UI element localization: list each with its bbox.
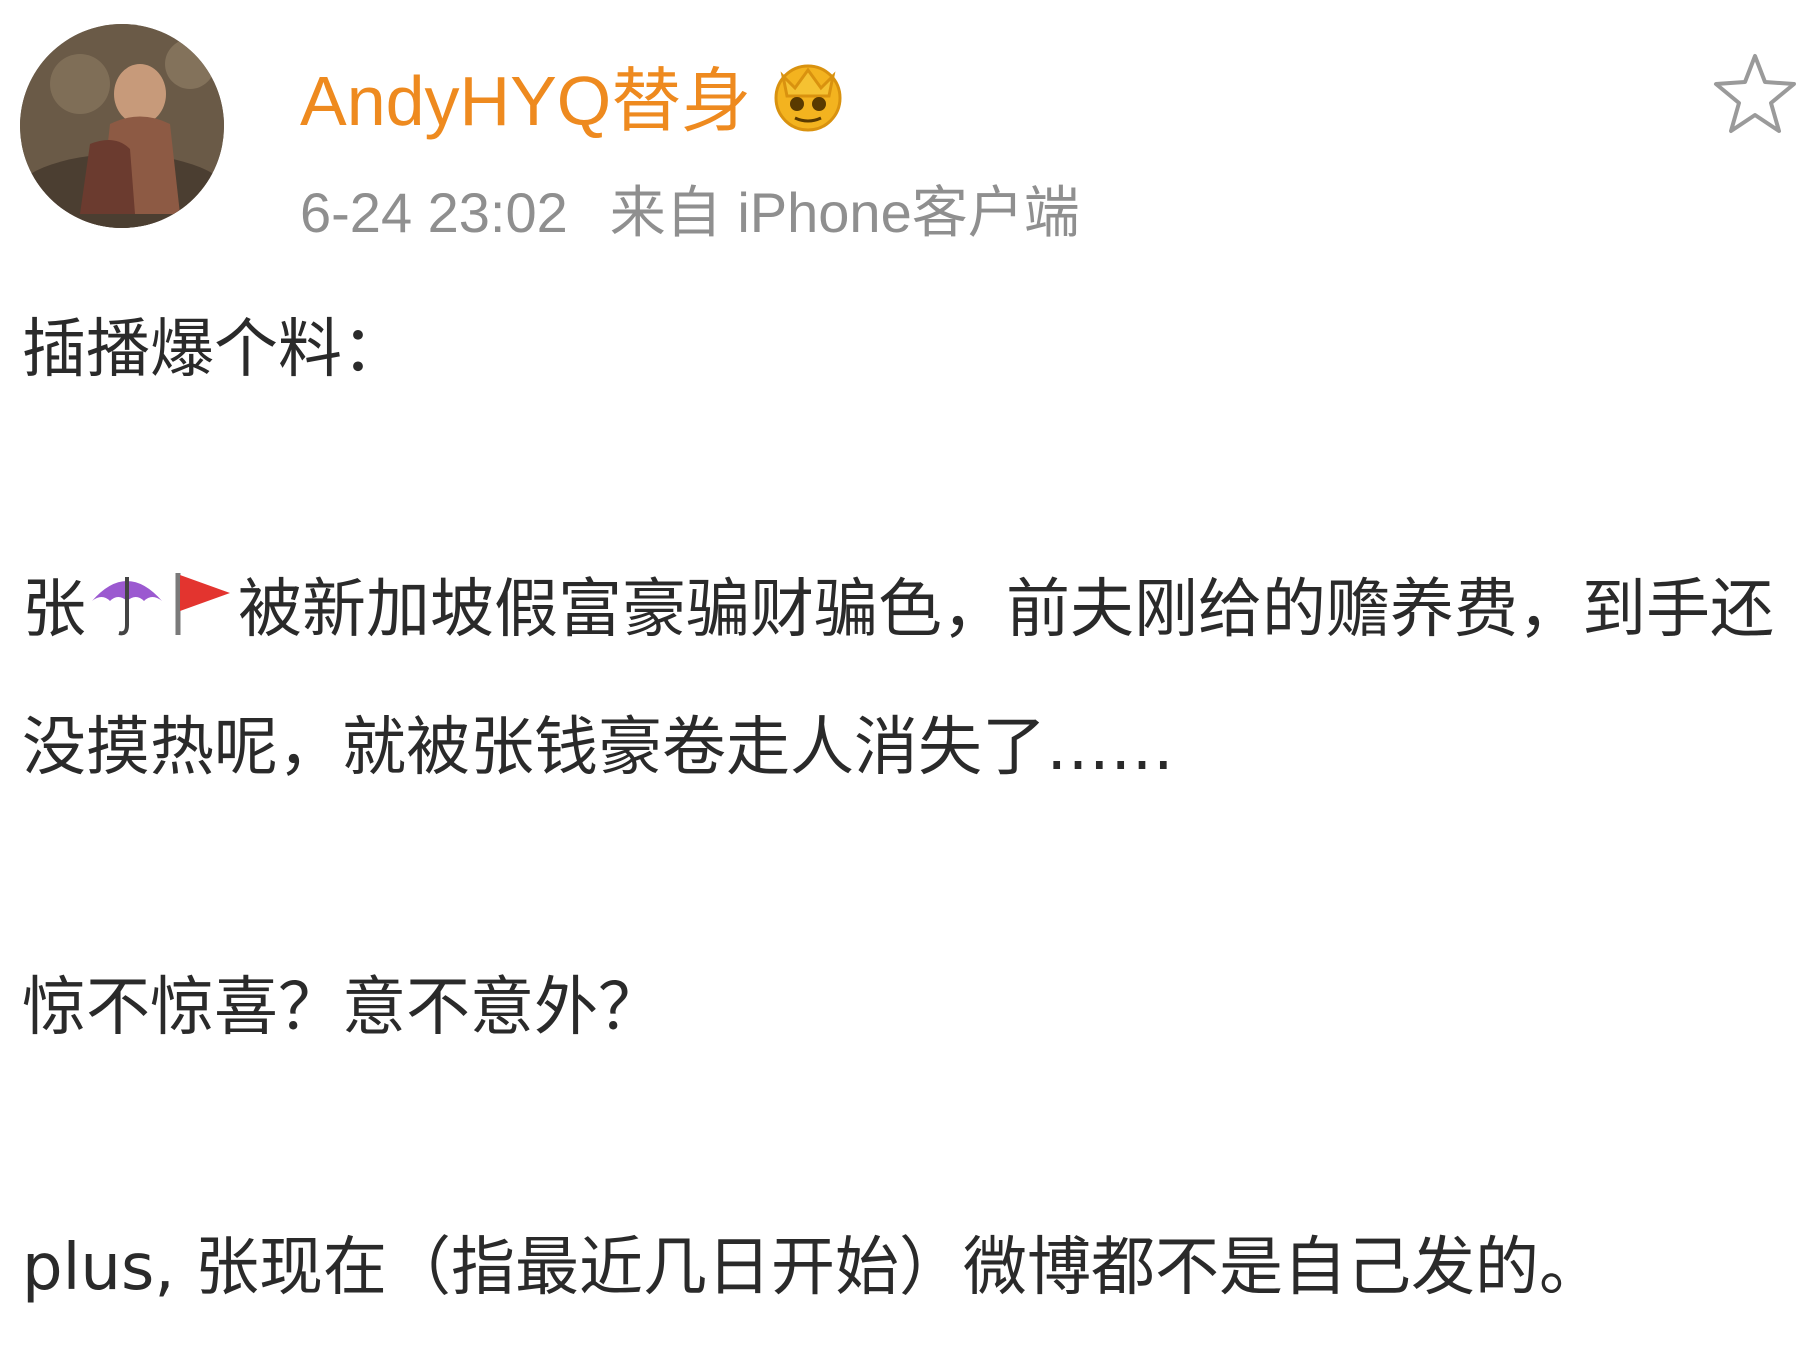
post-header: AndyHYQ替身 <box>300 50 847 140</box>
username[interactable]: AndyHYQ替身 <box>300 45 751 146</box>
post-content: 插播爆个料： 张 被新加坡假富豪骗财骗色，前夫刚给的赡养费，到手还没摸热呢，就被… <box>22 285 1792 1333</box>
post-timestamp: 6-24 23:02 <box>300 181 568 244</box>
paragraph-3: 惊不惊喜？意不意外？ <box>22 971 662 1045</box>
star-outline-icon[interactable] <box>1710 48 1800 138</box>
avatar-image <box>20 24 224 228</box>
vip-crown-badge-icon <box>769 56 847 134</box>
paragraph-1: 插播爆个料： <box>22 313 406 387</box>
avatar[interactable] <box>20 24 224 228</box>
paragraph-2-prefix: 张 <box>22 573 86 647</box>
umbrella-emoji-icon <box>86 553 168 683</box>
paragraph-2-body: 被新加坡假富豪骗财骗色，前夫刚给的赡养费，到手还没摸热呢，就被张钱豪卷走人消失了… <box>22 573 1774 785</box>
post-meta: 6-24 23:02 来自 iPhone客户端 <box>300 168 1080 249</box>
paragraph-2: 张 被新加坡假富豪骗财骗色，前夫刚给的赡养费，到手还没摸热呢，就被张钱豪卷走人消… <box>22 545 1782 813</box>
post-source[interactable]: 来自 iPhone客户端 <box>610 181 1080 244</box>
paragraph-4: plus, 张现在（指最近几日开始）微博都不是自己发的。 <box>22 1231 1603 1305</box>
red-flag-emoji-icon <box>168 553 238 683</box>
